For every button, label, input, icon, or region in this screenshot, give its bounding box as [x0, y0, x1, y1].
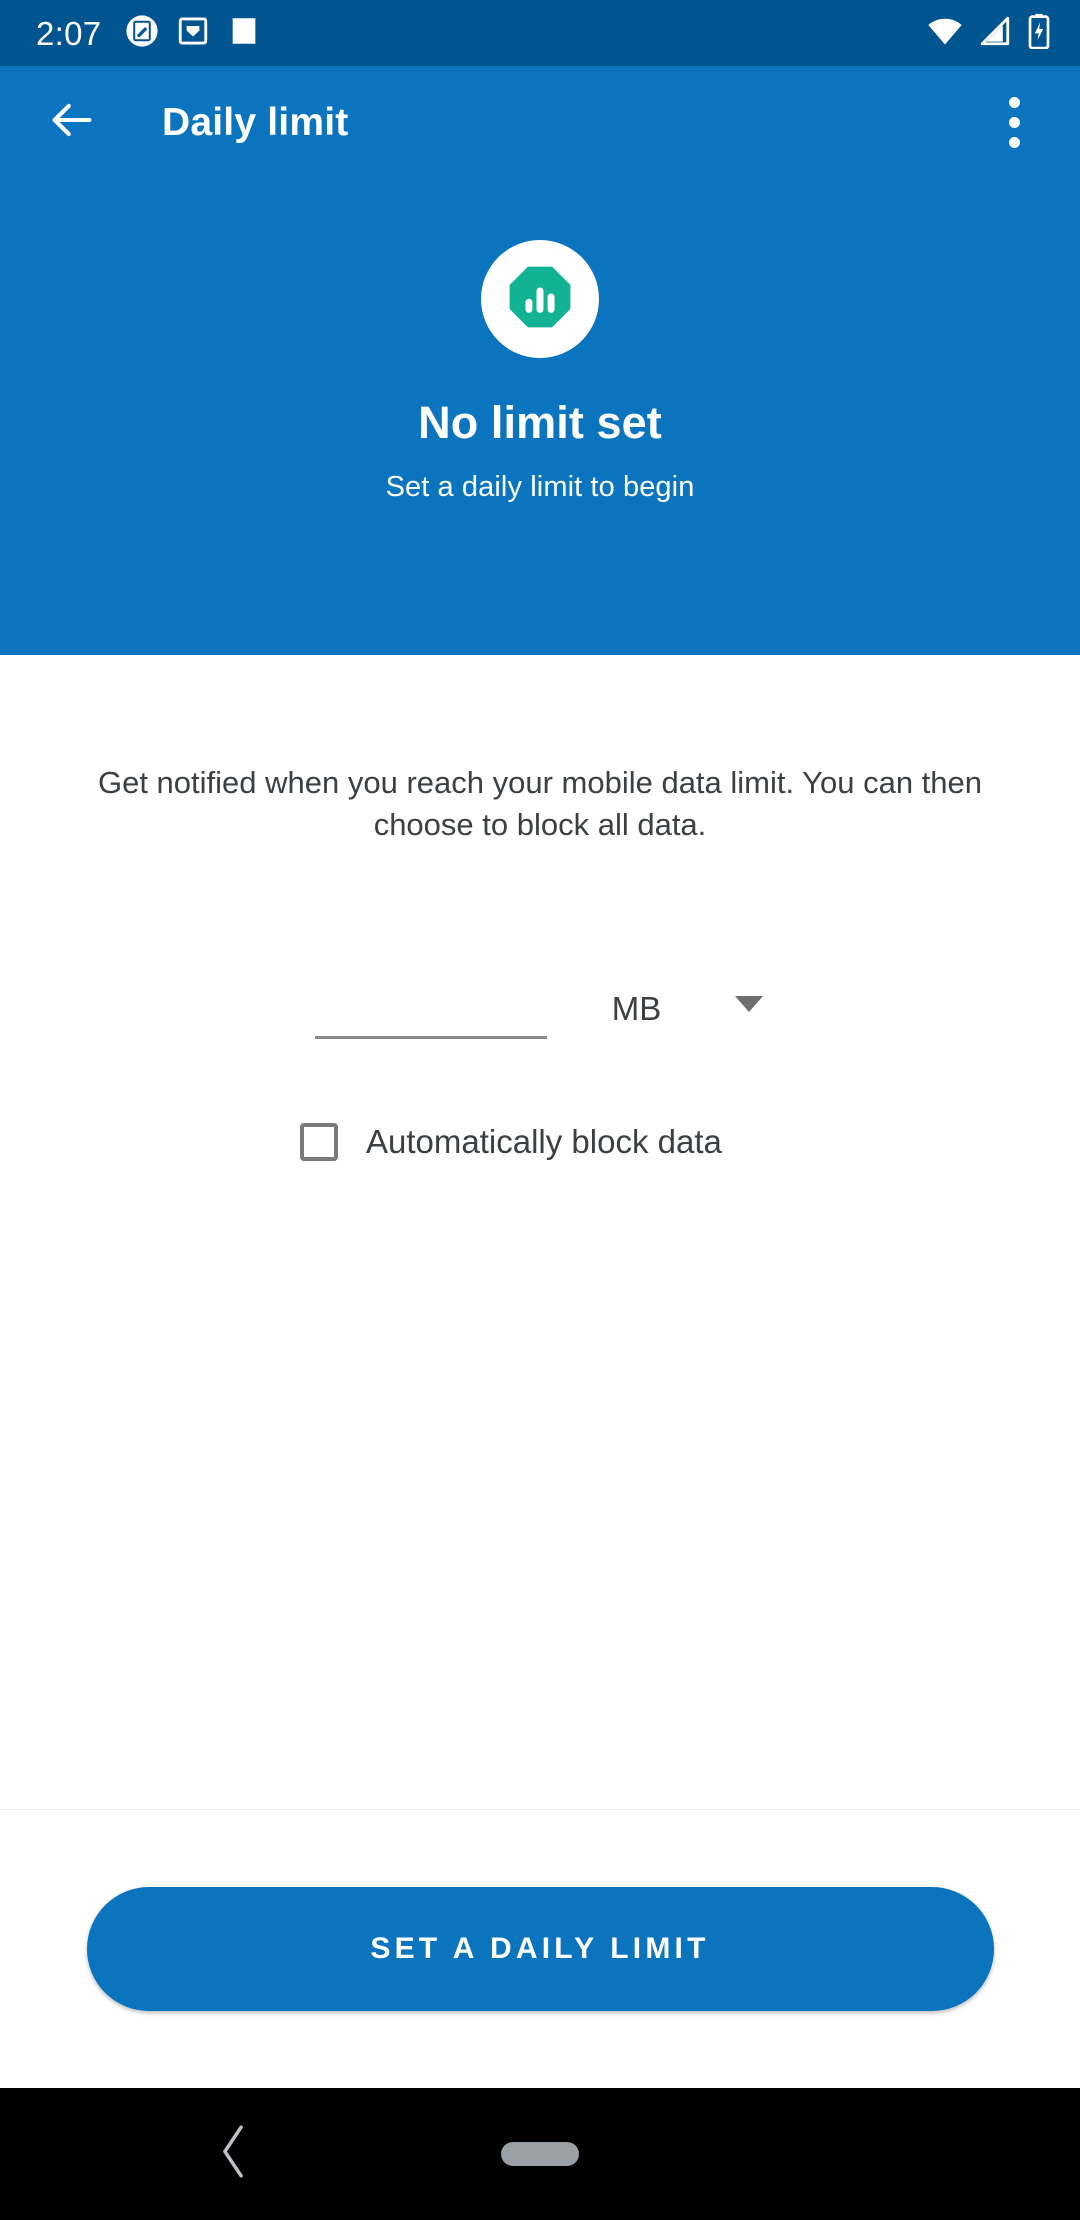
overflow-dot	[1008, 116, 1020, 128]
limit-entry-row: MB	[0, 977, 1080, 1039]
phone-screen: 2:07 Daily limit No limit set Set a dail…	[0, 0, 1080, 2220]
limit-input[interactable]	[314, 991, 547, 1036]
cta-zone: SET A DAILY LIMIT	[0, 1810, 1080, 2088]
wifi-icon	[926, 12, 964, 55]
screenshot-edit-icon	[125, 14, 159, 53]
page-title: Daily limit	[162, 100, 349, 144]
hero-section: Daily limit No limit set Set a daily lim…	[0, 66, 1080, 655]
blank-notification-icon	[227, 14, 261, 53]
set-daily-limit-button[interactable]: SET A DAILY LIMIT	[86, 1887, 994, 2011]
unit-dropdown-button[interactable]	[733, 994, 765, 1039]
nav-back-icon	[223, 2125, 243, 2178]
content-area: Get notified when you reach your mobile …	[0, 655, 1080, 2088]
auto-block-checkbox[interactable]	[300, 1122, 338, 1161]
download-app-icon	[176, 14, 210, 53]
hero-title: No limit set	[418, 397, 662, 448]
hero-badge	[481, 240, 599, 358]
description-text: Get notified when you reach your mobile …	[97, 765, 983, 843]
unit-label[interactable]: MB	[612, 992, 662, 1039]
back-button[interactable]	[36, 86, 108, 158]
content-filler	[0, 1161, 1080, 1809]
overflow-dot	[1008, 96, 1020, 108]
back-arrow-icon	[46, 94, 98, 151]
auto-block-label: Automatically block data	[366, 1123, 722, 1161]
overflow-dot	[1008, 136, 1020, 148]
data-usage-octagon-icon	[502, 259, 578, 340]
nav-back-button[interactable]	[216, 2125, 250, 2184]
overflow-menu-button[interactable]	[978, 86, 1050, 158]
chevron-down-icon	[733, 995, 765, 1018]
nav-home-pill-icon[interactable]	[501, 2142, 579, 2166]
limit-input-wrapper[interactable]	[314, 977, 547, 1039]
status-left-icons	[125, 14, 261, 53]
hero-body: No limit set Set a daily limit to begin	[0, 178, 1080, 502]
auto-block-row[interactable]: Automatically block data	[0, 1122, 1080, 1161]
battery-charging-icon	[1026, 13, 1052, 54]
status-right-icons	[926, 12, 1052, 55]
overflow-menu-icon	[1008, 96, 1020, 148]
status-clock: 2:07	[36, 14, 102, 52]
status-bar: 2:07	[0, 0, 1080, 66]
cellular-signal-icon	[978, 14, 1012, 53]
app-bar: Daily limit	[0, 66, 1080, 178]
navigation-bar	[0, 2088, 1080, 2220]
hero-subtitle: Set a daily limit to begin	[385, 471, 695, 503]
